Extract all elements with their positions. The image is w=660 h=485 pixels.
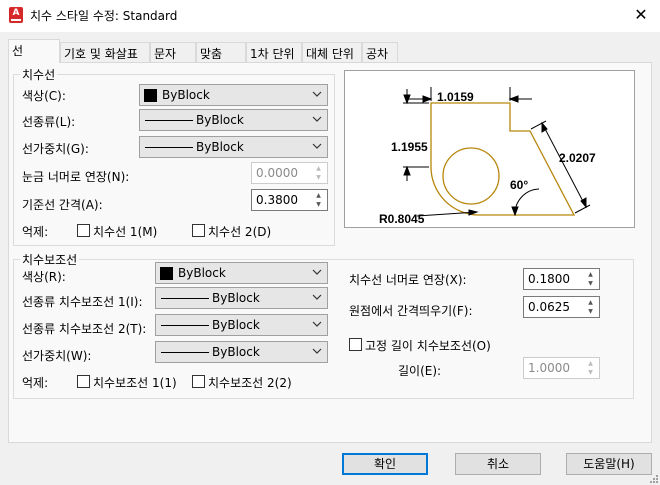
ext-lt1-value: ByBlock	[212, 291, 260, 305]
ext-extend-spinner[interactable]: 0.1800 ▲ ▼	[523, 268, 600, 290]
tab-lines[interactable]: 선	[8, 39, 60, 63]
line-sample	[145, 120, 193, 121]
ext-extend-value: 0.1800	[528, 272, 570, 286]
spin-up-icon[interactable]: ▲	[583, 298, 598, 307]
dim-linetype-select[interactable]: ByBlock	[139, 109, 328, 131]
dim-lineweight-value: ByBlock	[196, 140, 244, 154]
ext-lineweight-label: 선가중치(W):	[22, 349, 92, 363]
chevron-down-icon	[312, 269, 322, 275]
dimension-preview: 1.0159 1.1955 2.0207 60° R0.8045	[344, 70, 635, 228]
chevron-down-icon	[312, 348, 322, 354]
tab-tolerances[interactable]: 공차	[362, 42, 398, 62]
spin-up-icon[interactable]: ▲	[311, 164, 326, 173]
suppress-dim-line2-label[interactable]: 치수선 2(D)	[208, 223, 271, 240]
suppress-dim-line2-checkbox[interactable]	[192, 224, 205, 237]
origin-offset-value: 0.0625	[528, 300, 570, 314]
spin-up-icon[interactable]: ▲	[583, 270, 598, 279]
origin-offset-spinner[interactable]: 0.0625 ▲ ▼	[523, 296, 600, 318]
tab-alternate-units[interactable]: 대체 단위	[302, 42, 362, 62]
line-sample	[161, 352, 209, 353]
tab-symbols-arrows[interactable]: 기호 및 화살표	[60, 42, 150, 62]
preview-drawing: 1.0159 1.1955 2.0207 60° R0.8045	[379, 87, 596, 226]
spin-up-icon[interactable]: ▲	[583, 359, 598, 368]
ext-lineweight-value: ByBlock	[212, 345, 260, 359]
ok-button[interactable]: 확인	[342, 453, 428, 475]
spin-up-icon[interactable]: ▲	[311, 191, 326, 200]
ext-lines-legend: 치수보조선	[20, 251, 80, 268]
suppress-ext-line2-label[interactable]: 치수보조선 2(2)	[208, 374, 292, 391]
dim-extend-value: 0.0000	[256, 166, 298, 180]
preview-radius: R0.8045	[379, 212, 425, 226]
fixed-length-checkbox[interactable]	[349, 338, 362, 351]
dim-lineweight-label: 선가중치(G):	[22, 142, 89, 156]
suppress-dim-line1-checkbox[interactable]	[77, 224, 90, 237]
suppress-ext-line2-checkbox[interactable]	[192, 375, 205, 388]
preview-shape	[430, 102, 576, 216]
ext-extend-label: 치수선 너머로 연장(X):	[349, 273, 467, 287]
color-swatch	[160, 267, 173, 280]
chevron-down-icon	[312, 143, 322, 149]
dim-color-value: ByBlock	[162, 88, 210, 102]
line-sample	[161, 325, 209, 326]
suppress-dim-line1-label[interactable]: 치수선 1(M)	[93, 223, 157, 240]
help-button[interactable]: 도움말(H)	[566, 453, 652, 475]
ext-lt1-select[interactable]: ByBlock	[155, 287, 328, 309]
length-value: 1.0000	[528, 361, 570, 375]
cancel-button[interactable]: 취소	[455, 453, 541, 475]
preview-dim-left: 1.1955	[391, 140, 428, 154]
preview-dim-diag: 2.0207	[559, 151, 596, 165]
ext-lineweight-select[interactable]: ByBlock	[155, 341, 328, 363]
suppress-ext-line1-checkbox[interactable]	[77, 375, 90, 388]
baseline-spacing-spinner[interactable]: 0.3800 ▲ ▼	[251, 189, 328, 211]
dim-lineweight-select[interactable]: ByBlock	[139, 136, 328, 158]
dim-color-label: 색상(C):	[22, 89, 66, 103]
window-title: 치수 스타일 수정: Standard	[30, 9, 178, 23]
tab-primary-units[interactable]: 1차 단위	[246, 42, 302, 62]
dim-extend-label: 눈금 너머로 연장(N):	[22, 170, 130, 184]
preview-angle: 60°	[510, 178, 528, 192]
dim-lines-legend: 치수선	[20, 66, 58, 83]
tab-fit[interactable]: 맞춤	[196, 42, 246, 62]
ext-color-value: ByBlock	[178, 266, 226, 280]
resize-grip-icon[interactable]	[648, 473, 658, 483]
spin-down-icon[interactable]: ▼	[311, 200, 326, 209]
dim-color-select[interactable]: ByBlock	[139, 84, 328, 106]
ext-lt2-select[interactable]: ByBlock	[155, 314, 328, 336]
spin-down-icon[interactable]: ▼	[311, 173, 326, 182]
ext-color-select[interactable]: ByBlock	[155, 262, 328, 284]
dim-linetype-value: ByBlock	[196, 113, 244, 127]
preview-dim-top: 1.0159	[437, 90, 474, 104]
spin-down-icon[interactable]: ▼	[583, 368, 598, 377]
ext-lt2-label: 선종류 치수보조선 2(T):	[22, 322, 147, 336]
baseline-spacing-label: 기준선 간격(A):	[22, 198, 103, 212]
close-icon[interactable]: ✕	[626, 2, 656, 28]
chevron-down-icon	[312, 91, 322, 97]
chevron-down-icon	[312, 116, 322, 122]
dim-suppress-label: 억제:	[22, 225, 49, 239]
length-spinner[interactable]: 1.0000 ▲ ▼	[523, 357, 600, 379]
spin-down-icon[interactable]: ▼	[583, 307, 598, 316]
app-icon-letter: A	[12, 8, 20, 18]
ext-suppress-label: 억제:	[22, 376, 49, 390]
line-sample	[161, 298, 209, 299]
origin-offset-label: 원점에서 간격띄우기(F):	[349, 304, 473, 318]
fixed-length-label[interactable]: 고정 길이 치수보조선(O)	[365, 337, 491, 354]
dim-linetype-label: 선종류(L):	[22, 115, 76, 129]
baseline-spacing-value: 0.3800	[256, 193, 298, 207]
app-icon: A	[9, 7, 23, 23]
spin-down-icon[interactable]: ▼	[583, 279, 598, 288]
dim-extend-spinner[interactable]: 0.0000 ▲ ▼	[251, 162, 328, 184]
color-swatch	[144, 89, 157, 102]
ext-lt1-label: 선종류 치수보조선 1(I):	[22, 295, 143, 309]
ext-color-label: 색상(R):	[22, 270, 66, 284]
ext-lt2-value: ByBlock	[212, 318, 260, 332]
suppress-ext-line1-label[interactable]: 치수보조선 1(1)	[93, 374, 177, 391]
tab-text[interactable]: 문자	[150, 42, 196, 62]
chevron-down-icon	[312, 321, 322, 327]
length-label: 길이(E):	[398, 364, 442, 378]
chevron-down-icon	[312, 294, 322, 300]
line-sample	[145, 147, 193, 148]
